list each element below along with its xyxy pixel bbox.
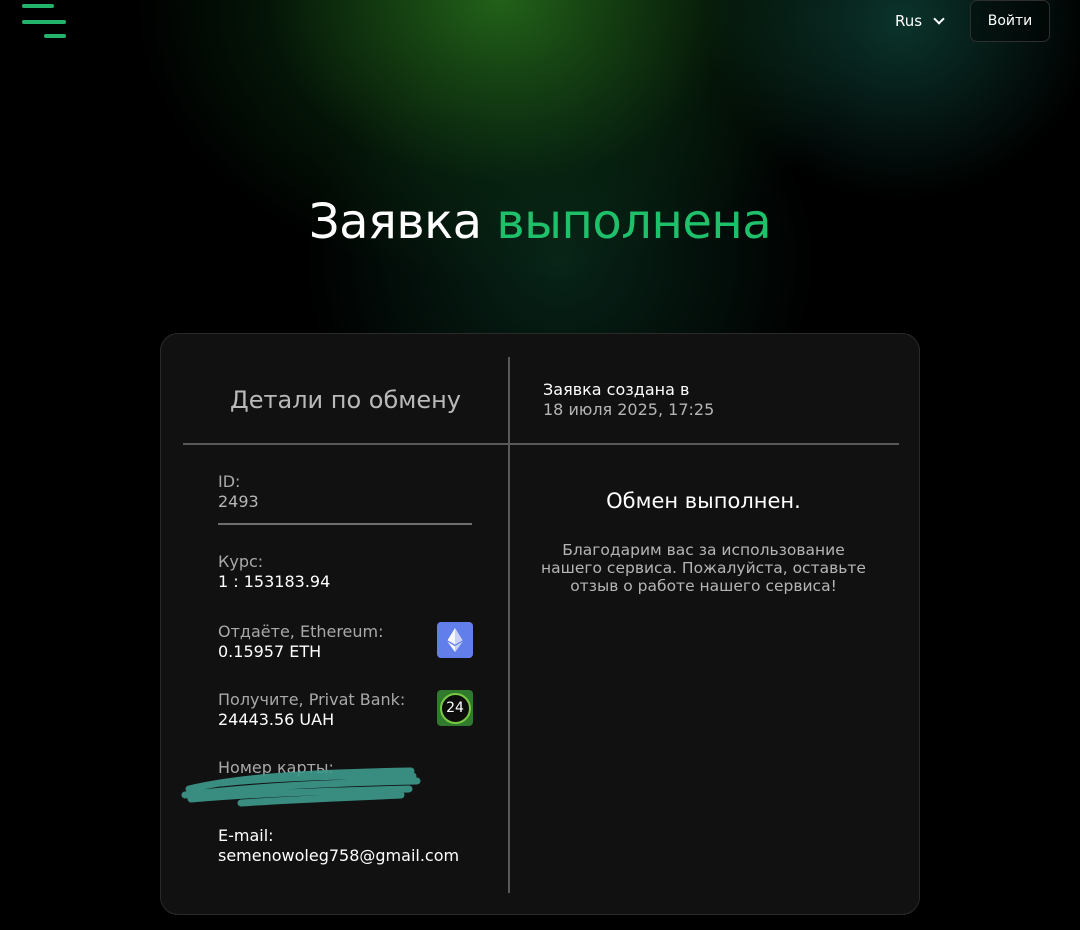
exchange-status-page: Rus Войти Заявка выполнена Детали по обм… bbox=[0, 0, 1080, 930]
menu-icon[interactable] bbox=[22, 4, 68, 40]
details-heading: Детали по обмену bbox=[229, 386, 462, 414]
rate-value: 1 : 153183.94 bbox=[218, 572, 331, 591]
give-field: Отдаёте, Ethereum: 0.15957 ETH bbox=[218, 622, 473, 662]
give-value: 0.15957 ETH bbox=[218, 642, 322, 661]
created-info: Заявка создана в 18 июля 2025, 17:25 bbox=[543, 380, 714, 420]
ethereum-icon bbox=[437, 622, 473, 658]
chevron-down-icon bbox=[934, 16, 944, 26]
privat24-icon-text: 24 bbox=[439, 692, 471, 724]
id-field: ID: 2493 bbox=[218, 472, 473, 512]
created-value: 18 июля 2025, 17:25 bbox=[543, 400, 715, 419]
id-value[interactable]: 2493 bbox=[218, 492, 473, 512]
id-separator bbox=[218, 523, 472, 525]
login-button[interactable]: Войти bbox=[970, 0, 1050, 42]
horizontal-divider bbox=[183, 443, 899, 445]
receive-label: Получите, Privat Bank: bbox=[218, 690, 406, 709]
status-message: Благодарим вас за использование нашего с… bbox=[541, 541, 866, 595]
status-title: Обмен выполнен. bbox=[606, 489, 801, 513]
page-title: Заявка выполнена bbox=[0, 194, 1080, 250]
title-prefix: Заявка bbox=[308, 194, 482, 250]
language-selector[interactable]: Rus bbox=[895, 10, 944, 32]
created-label: Заявка создана в bbox=[543, 380, 690, 399]
receive-field: Получите, Privat Bank: 24443.56 UAH bbox=[218, 690, 473, 730]
privat24-icon: 24 bbox=[437, 690, 473, 726]
language-label: Rus bbox=[895, 12, 923, 30]
rate-field: Курс: 1 : 153183.94 bbox=[218, 552, 473, 592]
vertical-divider bbox=[508, 357, 510, 893]
exchange-details-card: Детали по обмену Заявка создана в 18 июл… bbox=[160, 333, 920, 915]
card-number-redaction bbox=[181, 767, 421, 807]
email-label: E-mail: bbox=[218, 826, 274, 845]
email-field: E-mail: semenowoleg758@gmail.com bbox=[218, 826, 473, 866]
email-value[interactable]: semenowoleg758@gmail.com bbox=[218, 846, 473, 866]
title-accent: выполнена bbox=[496, 194, 772, 250]
receive-value: 24443.56 UAH bbox=[218, 710, 335, 729]
rate-label: Курс: bbox=[218, 552, 264, 571]
id-label: ID: bbox=[218, 472, 241, 491]
give-label: Отдаёте, Ethereum: bbox=[218, 622, 384, 641]
